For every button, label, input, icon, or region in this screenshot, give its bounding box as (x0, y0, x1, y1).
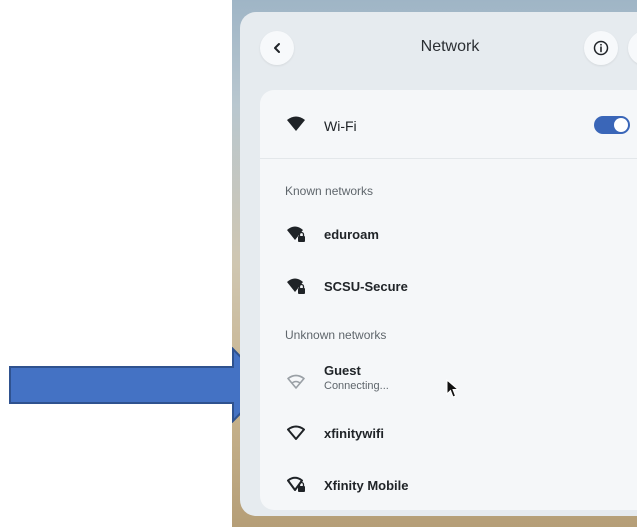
network-name: eduroam (324, 227, 379, 242)
network-item-xfinitywifi[interactable]: xfinitywifi (260, 410, 637, 456)
settings-button[interactable] (628, 31, 637, 65)
network-name: xfinitywifi (324, 426, 384, 441)
wifi-toggle-knob (614, 118, 628, 132)
panel-header: Network (240, 12, 637, 82)
mouse-pointer-icon (446, 379, 460, 398)
wifi-locked-icon (287, 226, 305, 242)
network-item-eduroam[interactable]: eduroam (260, 212, 637, 258)
wifi-locked-icon (287, 278, 305, 294)
known-networks-heading: Known networks (285, 184, 374, 198)
network-name: Xfinity Mobile (324, 478, 409, 493)
info-button[interactable] (584, 31, 618, 65)
network-panel: Network Wi-Fi Known networks eduroam SCS… (240, 12, 637, 516)
wifi-outline-icon (287, 374, 305, 389)
info-icon (593, 40, 609, 56)
network-name: Guest (324, 363, 361, 378)
network-card: Wi-Fi Known networks eduroam SCSU-Secure… (260, 90, 637, 510)
network-item-xfinity-mobile[interactable]: Xfinity Mobile (260, 462, 637, 508)
wifi-label: Wi-Fi (324, 118, 357, 134)
wifi-toggle[interactable] (594, 116, 630, 134)
network-name: SCSU-Secure (324, 279, 408, 294)
arrow-right-icon (9, 347, 270, 423)
network-item-scsu-secure[interactable]: SCSU-Secure (260, 264, 637, 310)
wifi-toggle-row[interactable]: Wi-Fi (260, 90, 637, 159)
unknown-networks-heading: Unknown networks (285, 328, 387, 342)
wifi-filled-icon (287, 116, 305, 131)
page-title: Network (420, 38, 480, 55)
wifi-outline-icon (287, 425, 305, 440)
connection-status: Connecting... (324, 380, 389, 392)
wifi-outline-locked-icon (287, 476, 305, 492)
